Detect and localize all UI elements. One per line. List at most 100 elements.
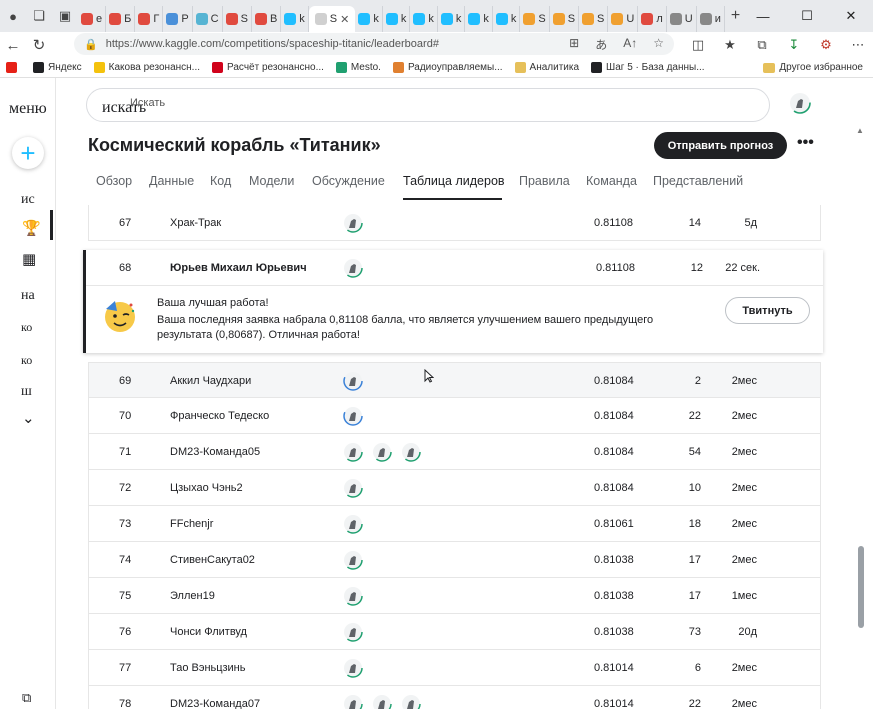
browser-tab[interactable]: S [520,6,550,32]
member-avatar-icon[interactable] [343,586,363,606]
back-icon[interactable]: ← [0,32,26,58]
sidebar-item-5[interactable]: ш [21,384,32,400]
table-row[interactable]: 78 DM23-Команда07 0.81014 22 2мес [88,686,821,709]
sidebar-item-2[interactable]: на [21,288,35,304]
browser-tab[interactable]: Б [106,6,136,32]
favorites-icon[interactable]: ★ [714,32,746,58]
browser-tab-active[interactable]: S ✕ [308,6,356,32]
member-avatar-icon[interactable] [343,622,363,642]
member-avatar-icon[interactable] [343,258,363,278]
bookmark-item[interactable]: Mesto. [330,62,387,73]
team-name[interactable]: Юрьев Михаил Юрьевич [170,262,307,274]
browser-tab[interactable]: k [355,6,383,32]
app-available-icon[interactable]: ⊞ [569,36,579,53]
url-text[interactable]: https://www.kaggle.com/competitions/spac… [106,38,439,50]
copy-icon[interactable]: ⧉ [22,690,31,706]
browser-tab[interactable]: л [638,6,667,32]
member-avatar-icon[interactable] [343,371,363,391]
browser-tab[interactable]: U [667,6,697,32]
bookmark-item[interactable]: Какова резонансн... [88,62,206,73]
team-name[interactable]: DM23-Команда05 [170,446,260,458]
member-avatar-icon[interactable] [343,550,363,570]
table-icon[interactable]: ▦ [22,250,36,268]
browser-tab[interactable]: Г [135,6,164,32]
translate-icon[interactable]: あ [595,36,607,53]
favorite-star-icon[interactable]: ☆ [653,36,664,53]
browser-tab[interactable]: S [550,6,580,32]
team-name[interactable]: Храк-Трак [170,217,221,229]
chevron-down-icon[interactable]: ⌄ [22,409,35,427]
bookmark-item[interactable]: Аналитика [509,62,586,73]
browser-tab[interactable]: U [608,6,639,32]
team-name[interactable]: Цзыхао Чэнь2 [170,482,243,494]
tab-team[interactable]: Команда [586,174,637,188]
member-avatar-icon[interactable] [343,406,363,426]
scroll-up-arrow[interactable]: ▲ [856,126,864,135]
member-avatar-icon[interactable] [343,478,363,498]
tab-models[interactable]: Модели [249,174,294,188]
table-row[interactable]: 74 СтивенСакута02 0.81038 17 2мес [88,542,821,578]
tab-leaderboard[interactable]: Таблица лидеров [403,174,505,188]
table-row[interactable]: 71 DM23-Команда05 0.81084 54 2мес [88,434,821,470]
minimize-button[interactable]: — [741,0,785,32]
browser-tab[interactable]: k [465,6,493,32]
tweet-button[interactable]: Твитнуть [725,297,810,324]
bookmark-item[interactable]: Расчёт резонансно... [206,62,330,73]
menu-label[interactable]: меню [9,100,47,118]
sidebar-item-4[interactable]: ко [21,353,32,368]
member-avatar-icon[interactable] [401,442,421,462]
browser-tab[interactable]: е [78,6,107,32]
browser-tab[interactable]: Р [163,6,193,32]
member-avatar-icon[interactable] [372,442,392,462]
bookmark-item[interactable] [0,62,27,73]
team-name[interactable]: Чонси Флитвуд [170,626,247,638]
member-avatar-icon[interactable] [343,514,363,534]
tab-code[interactable]: Код [210,174,231,188]
member-avatar-icon[interactable] [343,213,363,233]
browser-tab[interactable]: k [383,6,411,32]
table-row[interactable]: 77 Тао Вэньцзинь 0.81014 6 2мес [88,650,821,686]
member-avatar-icon[interactable] [343,658,363,678]
downloads-icon[interactable]: ↧ [778,32,810,58]
create-button[interactable]: + [12,137,44,169]
lock-icon[interactable]: 🔒 [84,38,98,51]
table-row[interactable]: 73 FFchenjr 0.81061 18 2мес [88,506,821,542]
close-window-button[interactable]: ✕ [829,0,873,32]
table-row[interactable]: 76 Чонси Флитвуд 0.81038 73 20д [88,614,821,650]
team-name[interactable]: FFchenjr [170,518,213,530]
browser-tab[interactable]: С [193,6,223,32]
address-bar[interactable]: 🔒 https://www.kaggle.com/competitions/sp… [74,33,674,55]
submit-prediction-button[interactable]: Отправить прогноз [654,132,787,159]
browser-tab[interactable]: и [697,6,725,32]
member-avatar-icon[interactable] [343,442,363,462]
tab-rules[interactable]: Правила [519,174,570,188]
member-avatar-icon[interactable] [343,694,363,709]
team-name[interactable]: Аккил Чаудхари [170,375,251,387]
table-row[interactable]: 72 Цзыхао Чэнь2 0.81084 10 2мес [88,470,821,506]
maximize-button[interactable]: ☐ [785,0,829,32]
tab-submissions[interactable]: Представлений [653,174,743,188]
refresh-icon[interactable]: ↻ [26,32,52,58]
browser-tab[interactable]: k [281,6,309,32]
collections-icon[interactable]: ⧉ [746,32,778,58]
table-row[interactable]: 75 Эллен19 0.81038 17 1мес [88,578,821,614]
table-row[interactable]: 69 Аккил Чаудхари 0.81084 2 2мес [88,362,821,398]
member-avatar-icon[interactable] [401,694,421,709]
other-favorites[interactable]: Другое избранное [763,62,863,73]
profile-icon[interactable]: ● [0,0,26,32]
bookmark-item[interactable]: Яндекс [27,62,88,73]
bookmark-item[interactable]: Шаг 5 · База данны... [585,62,711,73]
bookmark-item[interactable]: Радиоуправляемы... [387,62,509,73]
tab-actions-icon[interactable]: ▣ [52,0,78,32]
browser-tab[interactable]: k [493,6,521,32]
read-aloud-icon[interactable]: A↑ [623,36,637,53]
table-row[interactable]: 67 Храк-Трак 0.81108 14 5д [88,205,821,241]
browser-tab[interactable]: k [410,6,438,32]
workspaces-icon[interactable]: ❏ [26,0,52,32]
browser-tab[interactable]: S [579,6,609,32]
team-name[interactable]: СтивенСакута02 [170,554,255,566]
tab-data[interactable]: Данные [149,174,194,188]
scrollbar-thumb[interactable] [858,546,864,628]
team-name[interactable]: Франческо Тедеско [170,410,269,422]
browser-menu-icon[interactable]: ⋯ [842,32,873,58]
